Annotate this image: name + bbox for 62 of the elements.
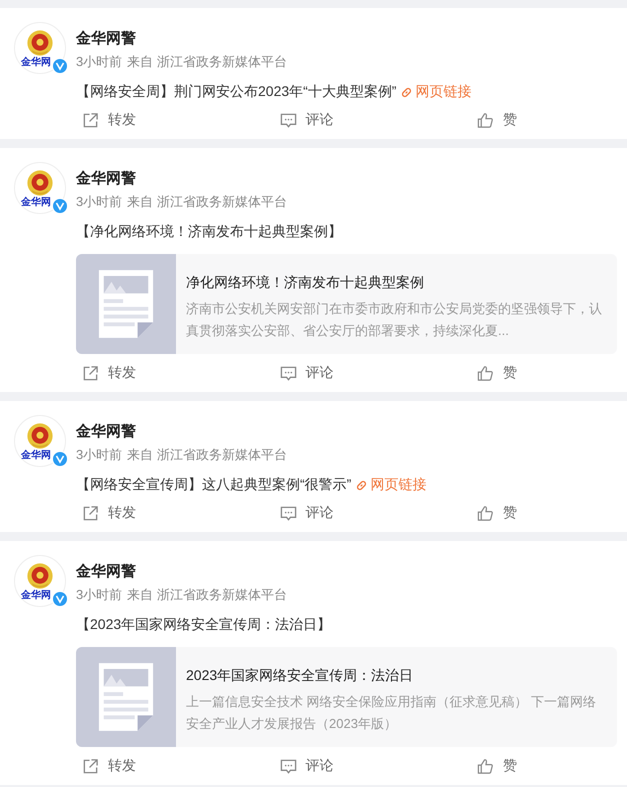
avatar-text: 金华网 [21, 196, 51, 208]
avatar-text: 金华网 [21, 56, 51, 68]
document-icon [97, 268, 155, 340]
comment-button[interactable]: 评论 [280, 107, 334, 133]
like-button[interactable]: 赞 [477, 360, 517, 386]
thumbs-up-icon [477, 758, 494, 774]
author-name[interactable]: 金华网警 [76, 562, 287, 581]
like-button[interactable]: 赞 [477, 500, 517, 526]
post-text: 【净化网络环境！济南发布十起典型案例】 [76, 223, 342, 241]
post-source: 来自 浙江省政务新媒体平台 [127, 586, 287, 604]
comment-button[interactable]: 评论 [280, 500, 334, 526]
thumbs-up-icon [477, 504, 494, 522]
post-time: 3小时前 [76, 193, 122, 211]
post-source: 来自 浙江省政务新媒体平台 [127, 53, 287, 71]
card-title: 2023年国家网络安全宣传周：法治日 [186, 667, 414, 685]
post-time: 3小时前 [76, 446, 122, 464]
like-button[interactable]: 赞 [477, 107, 517, 133]
avatar[interactable]: 金华网 [14, 415, 66, 467]
police-emblem-icon [26, 28, 54, 56]
like-button[interactable]: 赞 [477, 753, 517, 779]
card-summary: 上一篇信息安全技术 网络安全保险应用指南（征求意见稿） 下一篇网络安全产业人才发展报告（2023年版） [186, 693, 598, 733]
police-emblem-icon [26, 422, 54, 450]
comment-button[interactable]: 评论 [280, 360, 334, 386]
comment-icon [280, 504, 296, 522]
post-text: 【网络安全宣传周】这八起典型案例“很警示” [76, 476, 352, 494]
card-title: 净化网络环境！济南发布十起典型案例 [186, 274, 425, 292]
repost-button[interactable]: 转发 [82, 500, 136, 526]
share-icon [82, 504, 99, 522]
post-time: 3小时前 [76, 586, 122, 604]
author-name[interactable]: 金华网警 [76, 422, 287, 441]
share-icon [82, 364, 99, 382]
author-name[interactable]: 金华网警 [76, 29, 287, 48]
document-icon [97, 661, 155, 733]
police-emblem-icon [26, 562, 54, 590]
thumbs-up-icon [477, 364, 494, 382]
post-text: 【网络安全周】荆门网安公布2023年“十大典型案例” [76, 83, 396, 101]
card-summary: 济南市公安机关网安部门在市委市政府和市公安局党委的坚强领导下，认真贯彻落实公安部、省公安厅的部署要求，持续深化夏... [186, 300, 603, 340]
post-time: 3小时前 [76, 53, 122, 71]
comment-icon [280, 758, 296, 774]
author-name[interactable]: 金华网警 [76, 169, 287, 188]
avatar[interactable]: 金华网 [14, 22, 66, 74]
avatar-text: 金华网 [21, 450, 51, 460]
post-source: 来自 浙江省政务新媒体平台 [127, 446, 287, 464]
link-preview-card[interactable]: 2023年国家网络安全宣传周：法治日 上一篇信息安全技术 网络安全保险应用指南（征求意见稿） 下一篇网络安全产业人才发展报告（2023年版） [76, 647, 617, 747]
avatar[interactable]: 金华网 [14, 162, 66, 214]
police-emblem-icon [26, 168, 54, 196]
avatar-text: 金华网 [21, 590, 51, 600]
comment-icon [280, 112, 296, 128]
avatar[interactable]: 金华网 [14, 555, 66, 607]
post-text: 【2023年国家网络安全宣传周：法治日】 [76, 616, 332, 634]
share-icon [82, 112, 99, 128]
repost-button[interactable]: 转发 [82, 753, 136, 779]
comment-button[interactable]: 评论 [280, 753, 334, 779]
link-preview-card[interactable]: 净化网络环境！济南发布十起典型案例 济南市公安机关网安部门在市委市政府和市公安局党委的坚强领导下，认真贯彻落实公安部、省公安厅的部署要求，持续深化夏... [76, 254, 617, 354]
comment-icon [280, 364, 296, 382]
link-icon [400, 86, 414, 98]
repost-button[interactable]: 转发 [82, 360, 136, 386]
share-icon [82, 758, 99, 774]
post-source: 来自 浙江省政务新媒体平台 [127, 193, 287, 211]
repost-button[interactable]: 转发 [82, 107, 136, 133]
link-icon [355, 478, 368, 492]
thumbs-up-icon [477, 112, 494, 128]
